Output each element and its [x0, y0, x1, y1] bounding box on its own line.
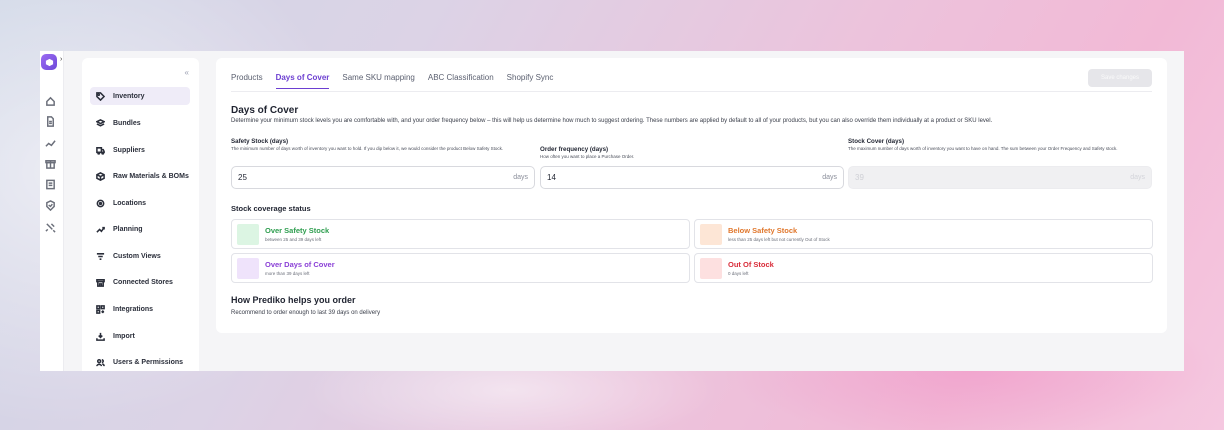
sidebar-item-custom-views[interactable]: Custom Views — [90, 247, 190, 265]
sidebar-item-locations[interactable]: Locations — [90, 194, 190, 212]
filter-icon — [96, 252, 105, 260]
order-frequency-label: Order frequency (days) — [540, 146, 609, 153]
status-card-out-of-stock: Out Of Stock 0 days left — [694, 253, 1153, 283]
tag-icon — [96, 91, 105, 101]
section-title: Days of Cover — [231, 105, 299, 116]
sidebar-item-connected-stores[interactable]: Connected Stores — [90, 273, 190, 291]
status-title: Stock coverage status — [231, 204, 311, 213]
logo-icon[interactable] — [41, 54, 57, 70]
users-icon — [96, 358, 105, 366]
gift-icon[interactable] — [44, 157, 56, 169]
chart-line-icon[interactable] — [44, 137, 56, 149]
download-icon — [96, 332, 105, 341]
stock-cover-input: 39 days — [848, 166, 1152, 189]
safety-stock-unit: days — [513, 174, 528, 181]
safety-stock-help: The minimum number of days worth of inve… — [231, 146, 504, 151]
save-changes-button[interactable]: Save changes — [1088, 69, 1152, 87]
sidebar-item-label: Suppliers — [113, 146, 145, 154]
how-description: Recommend to order enough to last 39 day… — [231, 310, 381, 316]
status-sub: between 25 and 39 days left — [265, 237, 322, 242]
document-icon[interactable] — [44, 115, 56, 127]
icon-rail: › — [40, 51, 64, 371]
sidebar: « Inventory Bundles Suppliers Raw Materi… — [82, 58, 199, 371]
tab-same-sku-mapping[interactable]: Same SKU mapping — [342, 73, 414, 89]
status-swatch — [700, 258, 722, 279]
trend-icon — [96, 226, 105, 233]
layers-icon — [96, 118, 105, 127]
order-frequency-input[interactable]: 14 days — [540, 166, 844, 189]
sidebar-item-label: Connected Stores — [113, 278, 173, 286]
stock-cover-label: Stock Cover (days) — [848, 138, 905, 145]
order-frequency-field: Order frequency (days) How often you wan… — [540, 138, 844, 189]
sidebar-item-raw-materials[interactable]: Raw Materials & BOMs — [90, 167, 190, 185]
sidebar-item-label: Locations — [113, 199, 147, 207]
truck-icon — [96, 146, 105, 155]
status-name: Out Of Stock — [728, 260, 774, 269]
sidebar-item-label: Inventory — [113, 92, 145, 100]
sidebar-item-planning[interactable]: Planning — [90, 220, 190, 238]
stock-cover-field: Stock Cover (days) The maximum number of… — [848, 138, 1152, 189]
sidebar-item-label: Users & Permissions — [113, 358, 184, 366]
sidebar-item-label: Integrations — [113, 305, 154, 313]
status-swatch — [237, 258, 259, 279]
status-swatch — [237, 224, 259, 245]
order-frequency-help: How often you want to place a Purchase O… — [540, 154, 635, 159]
sidebar-item-users-permissions[interactable]: Users & Permissions — [90, 353, 190, 371]
tab-products[interactable]: Products — [231, 73, 263, 89]
how-title: How Prediko helps you order — [231, 295, 356, 305]
tab-shopify-sync[interactable]: Shopify Sync — [507, 73, 554, 89]
location-icon — [96, 199, 105, 207]
sidebar-item-label: Raw Materials & BOMs — [113, 172, 189, 180]
status-card-below-safety: Below Safety Stock less than 25 days lef… — [694, 219, 1153, 249]
sidebar-item-integrations[interactable]: Integrations — [90, 300, 190, 318]
app-window: › « Inventory Bundles Suppliers Raw Mate… — [40, 51, 1184, 371]
tab-abc-classification[interactable]: ABC Classification — [428, 73, 494, 89]
status-name: Over Safety Stock — [265, 226, 330, 235]
status-card-over-days-of-cover: Over Days of Cover more than 39 days lef… — [231, 253, 690, 283]
status-sub: more than 39 days left — [265, 271, 310, 276]
sidebar-item-label: Bundles — [113, 119, 141, 127]
safety-stock-field: Safety Stock (days) The minimum number o… — [231, 138, 535, 189]
section-description: Determine your minimum stock levels you … — [231, 118, 993, 124]
status-card-over-safety: Over Safety Stock between 25 and 39 days… — [231, 219, 690, 249]
status-name: Over Days of Cover — [265, 260, 335, 269]
store-icon — [96, 278, 105, 287]
sidebar-item-inventory[interactable]: Inventory — [90, 87, 190, 105]
tab-bar: Products Days of Cover Same SKU mapping … — [231, 73, 553, 89]
status-swatch — [700, 224, 722, 245]
status-sub: less than 25 days left but not currently… — [728, 237, 830, 242]
grid-plus-icon — [96, 304, 105, 314]
sidebar-item-label: Planning — [113, 225, 143, 233]
order-frequency-value[interactable]: 14 — [547, 173, 556, 182]
safety-stock-value[interactable]: 25 — [238, 173, 247, 182]
status-sub: 0 days left — [728, 271, 749, 276]
sidebar-item-label: Import — [113, 332, 135, 340]
tab-days-of-cover[interactable]: Days of Cover — [275, 73, 330, 89]
order-frequency-unit: days — [822, 174, 837, 181]
settings-panel: Products Days of Cover Same SKU mapping … — [216, 58, 1167, 333]
sidebar-item-label: Custom Views — [113, 252, 161, 260]
home-icon[interactable] — [44, 95, 56, 107]
stock-cover-value: 39 — [855, 173, 864, 182]
sidebar-item-import[interactable]: Import — [90, 327, 190, 345]
sidebar-item-suppliers[interactable]: Suppliers — [90, 141, 190, 159]
collapse-sidebar-icon[interactable]: « — [185, 68, 189, 77]
safety-stock-input[interactable]: 25 days — [231, 166, 535, 189]
stock-cover-help: The maximum number of days worth of inve… — [848, 146, 1118, 151]
safety-stock-label: Safety Stock (days) — [231, 138, 289, 145]
tools-icon[interactable] — [44, 221, 56, 233]
list-icon[interactable] — [44, 178, 56, 190]
sidebar-item-bundles[interactable]: Bundles — [90, 114, 190, 132]
badge-icon[interactable] — [44, 199, 56, 211]
tab-divider — [231, 91, 1152, 92]
box-icon — [96, 171, 105, 181]
expand-icon[interactable]: › — [60, 56, 62, 63]
stock-cover-unit: days — [1130, 174, 1145, 181]
status-name: Below Safety Stock — [728, 226, 798, 235]
